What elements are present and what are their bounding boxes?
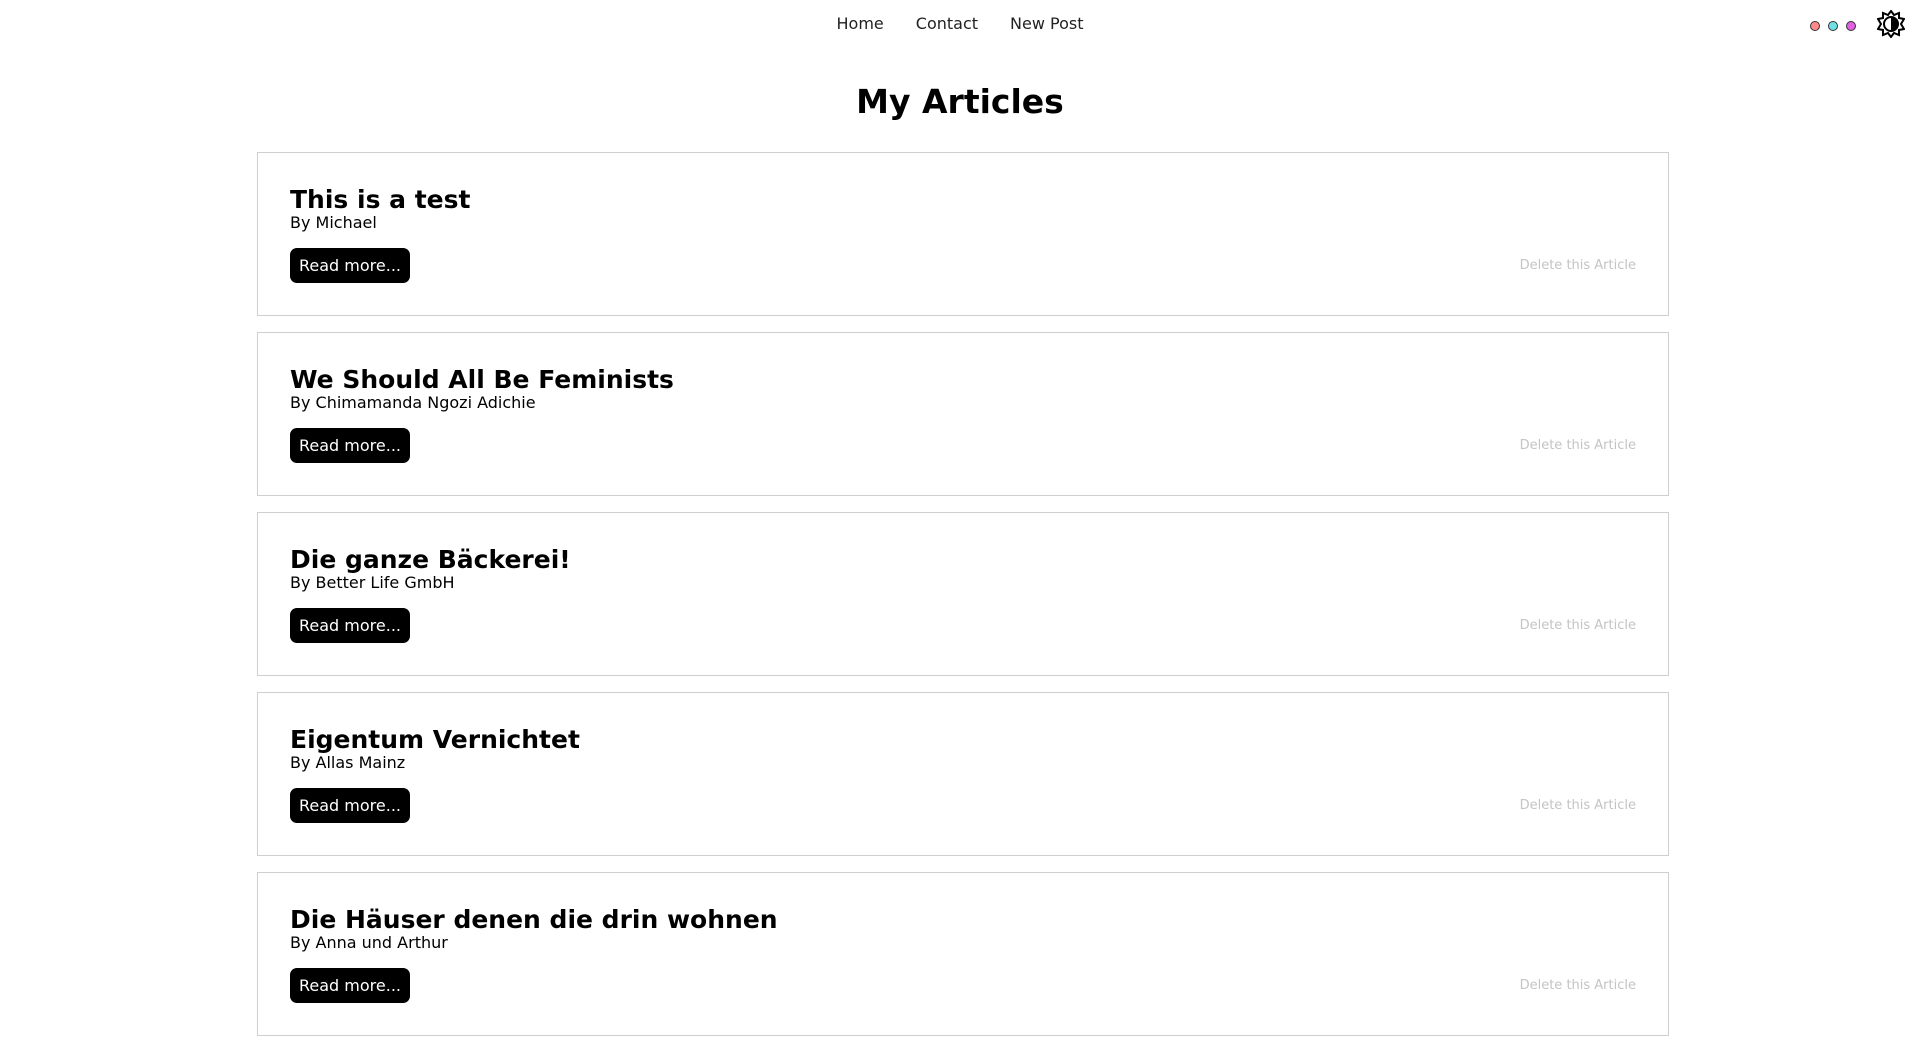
article-title: We Should All Be Feminists (290, 365, 674, 394)
nav-new-post-link[interactable]: New Post (1010, 14, 1083, 33)
article-author: By Chimamanda Ngozi Adichie (290, 393, 536, 412)
article-author: By Michael (290, 213, 377, 232)
article-title: Eigentum Vernichtet (290, 725, 580, 754)
article-author: By Better Life GmbH (290, 573, 455, 592)
read-more-button[interactable]: Read more... (290, 608, 410, 643)
article-list: This is a test By Michael Read more... D… (257, 152, 1669, 1052)
delete-article-link[interactable]: Delete this Article (1520, 258, 1636, 273)
article-card: Die Häuser denen die drin wohnen By Anna… (257, 872, 1669, 1036)
delete-article-link[interactable]: Delete this Article (1520, 618, 1636, 633)
theme-dot-magenta[interactable] (1846, 21, 1856, 31)
read-more-button[interactable]: Read more... (290, 248, 410, 283)
article-card: Eigentum Vernichtet By Allas Mainz Read … (257, 692, 1669, 856)
article-title: Die Häuser denen die drin wohnen (290, 905, 778, 934)
article-author: By Allas Mainz (290, 753, 406, 772)
article-author: By Anna und Arthur (290, 933, 448, 952)
theme-dot-cyan[interactable] (1828, 21, 1838, 31)
read-more-button[interactable]: Read more... (290, 428, 410, 463)
theme-color-picker (1810, 21, 1856, 31)
delete-article-link[interactable]: Delete this Article (1520, 438, 1636, 453)
read-more-button[interactable]: Read more... (290, 968, 410, 1003)
top-navigation: Home Contact New Post (0, 0, 1920, 50)
article-title: This is a test (290, 185, 471, 214)
article-card: Die ganze Bäckerei! By Better Life GmbH … (257, 512, 1669, 676)
delete-article-link[interactable]: Delete this Article (1520, 978, 1636, 993)
sun-moon-icon[interactable] (1876, 9, 1906, 39)
article-card: This is a test By Michael Read more... D… (257, 152, 1669, 316)
nav-home-link[interactable]: Home (837, 14, 884, 33)
read-more-button[interactable]: Read more... (290, 788, 410, 823)
article-card: We Should All Be Feminists By Chimamanda… (257, 332, 1669, 496)
theme-dot-red[interactable] (1810, 21, 1820, 31)
article-title: Die ganze Bäckerei! (290, 545, 571, 574)
nav-contact-link[interactable]: Contact (916, 14, 978, 33)
delete-article-link[interactable]: Delete this Article (1520, 798, 1636, 813)
nav-links: Home Contact New Post (0, 14, 1920, 33)
page-title: My Articles (856, 82, 1064, 121)
